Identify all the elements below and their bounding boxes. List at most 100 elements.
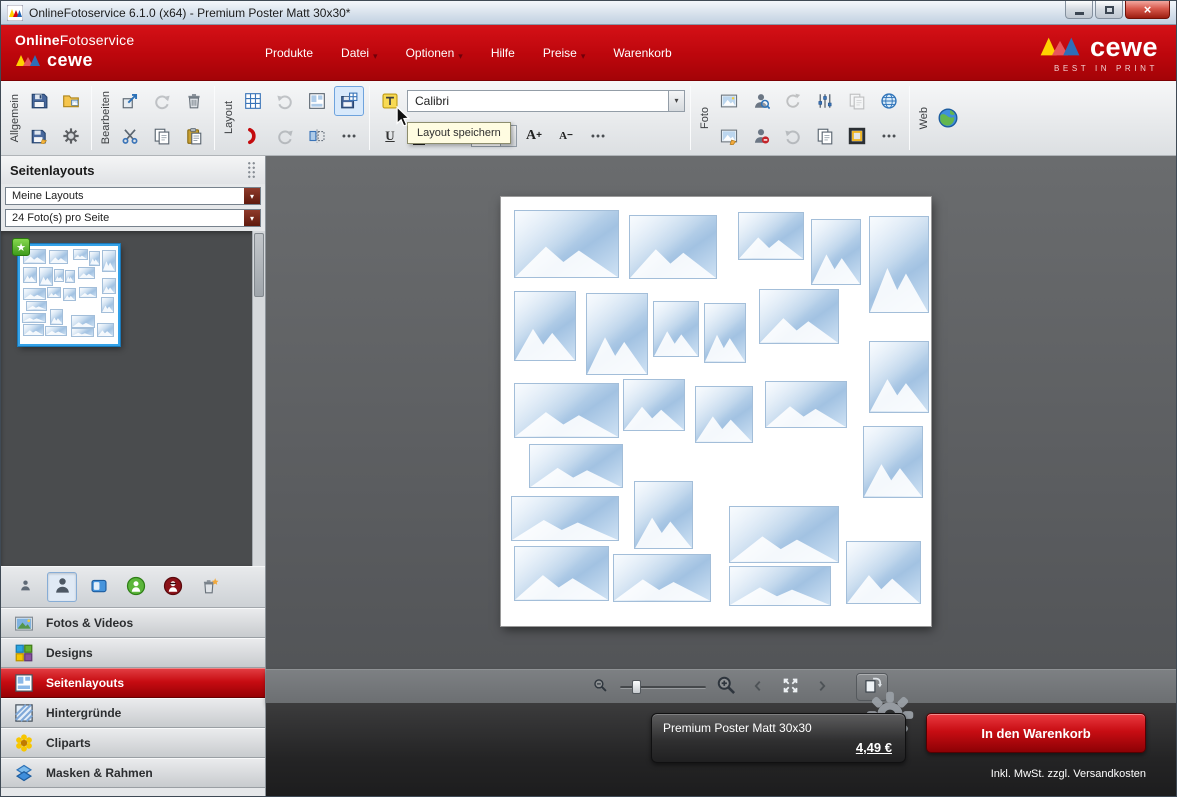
font-family-select[interactable]: Calibri▾ [407, 90, 685, 112]
menu-produkte[interactable]: Produkte [251, 38, 327, 68]
dropdown-arrow-icon[interactable]: ▾ [668, 91, 684, 111]
copy-button[interactable] [147, 121, 177, 151]
rotate-button[interactable] [778, 86, 808, 116]
sidebar-item-designs[interactable]: Designs [1, 638, 265, 668]
layout-panel-button[interactable] [84, 572, 114, 602]
photo-placeholder[interactable] [511, 496, 619, 541]
menu-optionen[interactable]: Optionen▾ [392, 35, 477, 70]
redo-button[interactable] [270, 121, 300, 151]
menu-datei[interactable]: Datei▾ [327, 35, 392, 70]
undo-button[interactable] [778, 121, 808, 151]
photo-placeholder[interactable] [514, 383, 619, 438]
menu-hilfe[interactable]: Hilfe [477, 38, 529, 68]
more-dots-button[interactable] [334, 121, 364, 151]
settings-gear-button[interactable] [56, 121, 86, 151]
fit-view-button[interactable] [778, 675, 802, 699]
person-small-icon [19, 579, 32, 595]
save-as-button[interactable] [24, 121, 54, 151]
folder-open-button[interactable] [56, 86, 86, 116]
snap-button[interactable] [238, 121, 268, 151]
photo-edit-button[interactable] [714, 121, 744, 151]
person-red-button[interactable] [746, 121, 776, 151]
globe-button[interactable] [874, 86, 904, 116]
trash-button[interactable] [179, 86, 209, 116]
photo-placeholder[interactable] [869, 216, 929, 313]
dropdown-arrow-icon[interactable]: ▾ [244, 188, 260, 204]
more-dots-button[interactable] [874, 121, 904, 151]
layout-save-button[interactable] [334, 86, 364, 116]
person-search-button[interactable] [746, 86, 776, 116]
photo-placeholder[interactable] [765, 381, 847, 428]
prev-page-button[interactable] [746, 675, 770, 699]
layout-list-scrollbar[interactable] [252, 231, 265, 566]
save-button[interactable] [24, 86, 54, 116]
sidebar-item-cliparts[interactable]: Cliparts [1, 728, 265, 758]
photo-placeholder[interactable] [629, 215, 717, 279]
maximize-button[interactable] [1095, 1, 1123, 19]
menu-warenkorb[interactable]: Warenkorb [599, 38, 685, 68]
product-price[interactable]: 4,49 € [856, 740, 892, 755]
layout-people-small-button[interactable] [10, 572, 40, 602]
photo-placeholder[interactable] [729, 566, 831, 606]
photo-placeholder[interactable] [653, 301, 699, 357]
panel-grip-handle[interactable] [247, 161, 256, 179]
photo-placeholder[interactable] [634, 481, 693, 549]
photo-placeholder[interactable] [514, 210, 619, 278]
photo-placeholder[interactable] [846, 541, 921, 604]
add-to-cart-button[interactable]: In den Warenkorb [926, 713, 1146, 753]
sidebar-item-seitenlayouts[interactable]: Seitenlayouts [1, 668, 265, 698]
photo-placeholder[interactable] [811, 219, 861, 285]
photo-placeholder[interactable] [863, 426, 923, 498]
photos-per-page-select[interactable]: 24 Foto(s) pro Seite ▾ [5, 209, 261, 227]
photo-button[interactable] [714, 86, 744, 116]
scissors-button[interactable] [115, 121, 145, 151]
layout-people-red-button[interactable] [158, 572, 188, 602]
clipboard-paste-button[interactable] [179, 121, 209, 151]
layout-flip-button[interactable] [302, 121, 332, 151]
dropdown-arrow-icon[interactable]: ▾ [244, 210, 260, 226]
grid-button[interactable] [238, 86, 268, 116]
photo-placeholder[interactable] [623, 379, 685, 431]
web-globe-button[interactable] [933, 103, 963, 133]
minimize-button[interactable] [1065, 1, 1093, 19]
photo-placeholder[interactable] [695, 386, 753, 443]
close-button[interactable]: × [1125, 1, 1170, 19]
sidebar-item-hintergründe[interactable]: Hintergründe [1, 698, 265, 728]
adjust-button[interactable] [810, 86, 840, 116]
photo-placeholder[interactable] [759, 289, 839, 344]
font-minus-button[interactable]: A− [551, 121, 581, 151]
zoom-slider-thumb[interactable] [632, 680, 641, 694]
photo-placeholder[interactable] [613, 554, 711, 602]
copy-button[interactable] [810, 121, 840, 151]
photo-placeholder[interactable] [514, 546, 609, 601]
frame-button[interactable] [842, 121, 872, 151]
more-dots-button[interactable] [583, 121, 613, 151]
toolbar-separator [369, 86, 370, 150]
scrollbar-thumb[interactable] [254, 233, 264, 297]
photo-placeholder[interactable] [586, 293, 648, 375]
redo-button[interactable] [147, 86, 177, 116]
layout-people-green-button[interactable] [121, 572, 151, 602]
photo-placeholder[interactable] [529, 444, 623, 488]
sidebar-item-masken-rahmen[interactable]: Masken & Rahmen [1, 758, 265, 788]
photo-placeholder[interactable] [738, 212, 804, 260]
export-arrow-button[interactable] [115, 86, 145, 116]
layout-people-large-button[interactable] [47, 572, 77, 602]
zoom-out-button[interactable] [588, 675, 612, 699]
photo-placeholder[interactable] [729, 506, 839, 563]
next-page-button[interactable] [810, 675, 834, 699]
clear-layout-button[interactable] [195, 572, 225, 602]
duplicate-button[interactable] [842, 86, 872, 116]
layout-pages-button[interactable] [302, 86, 332, 116]
photo-placeholder[interactable] [704, 303, 746, 363]
undo-button[interactable] [270, 86, 300, 116]
font-plus-button[interactable]: A+ [519, 121, 549, 151]
layout-thumbnail-selected[interactable]: ★ [18, 244, 120, 346]
menu-preise[interactable]: Preise▾ [529, 35, 600, 70]
sidebar-item-fotos-videos[interactable]: Fotos & Videos [1, 608, 265, 638]
zoom-slider[interactable] [620, 677, 706, 697]
photo-placeholder[interactable] [514, 291, 576, 361]
layout-source-select[interactable]: Meine Layouts ▾ [5, 187, 261, 205]
photo-placeholder[interactable] [869, 341, 929, 413]
zoom-in-button[interactable] [714, 675, 738, 699]
